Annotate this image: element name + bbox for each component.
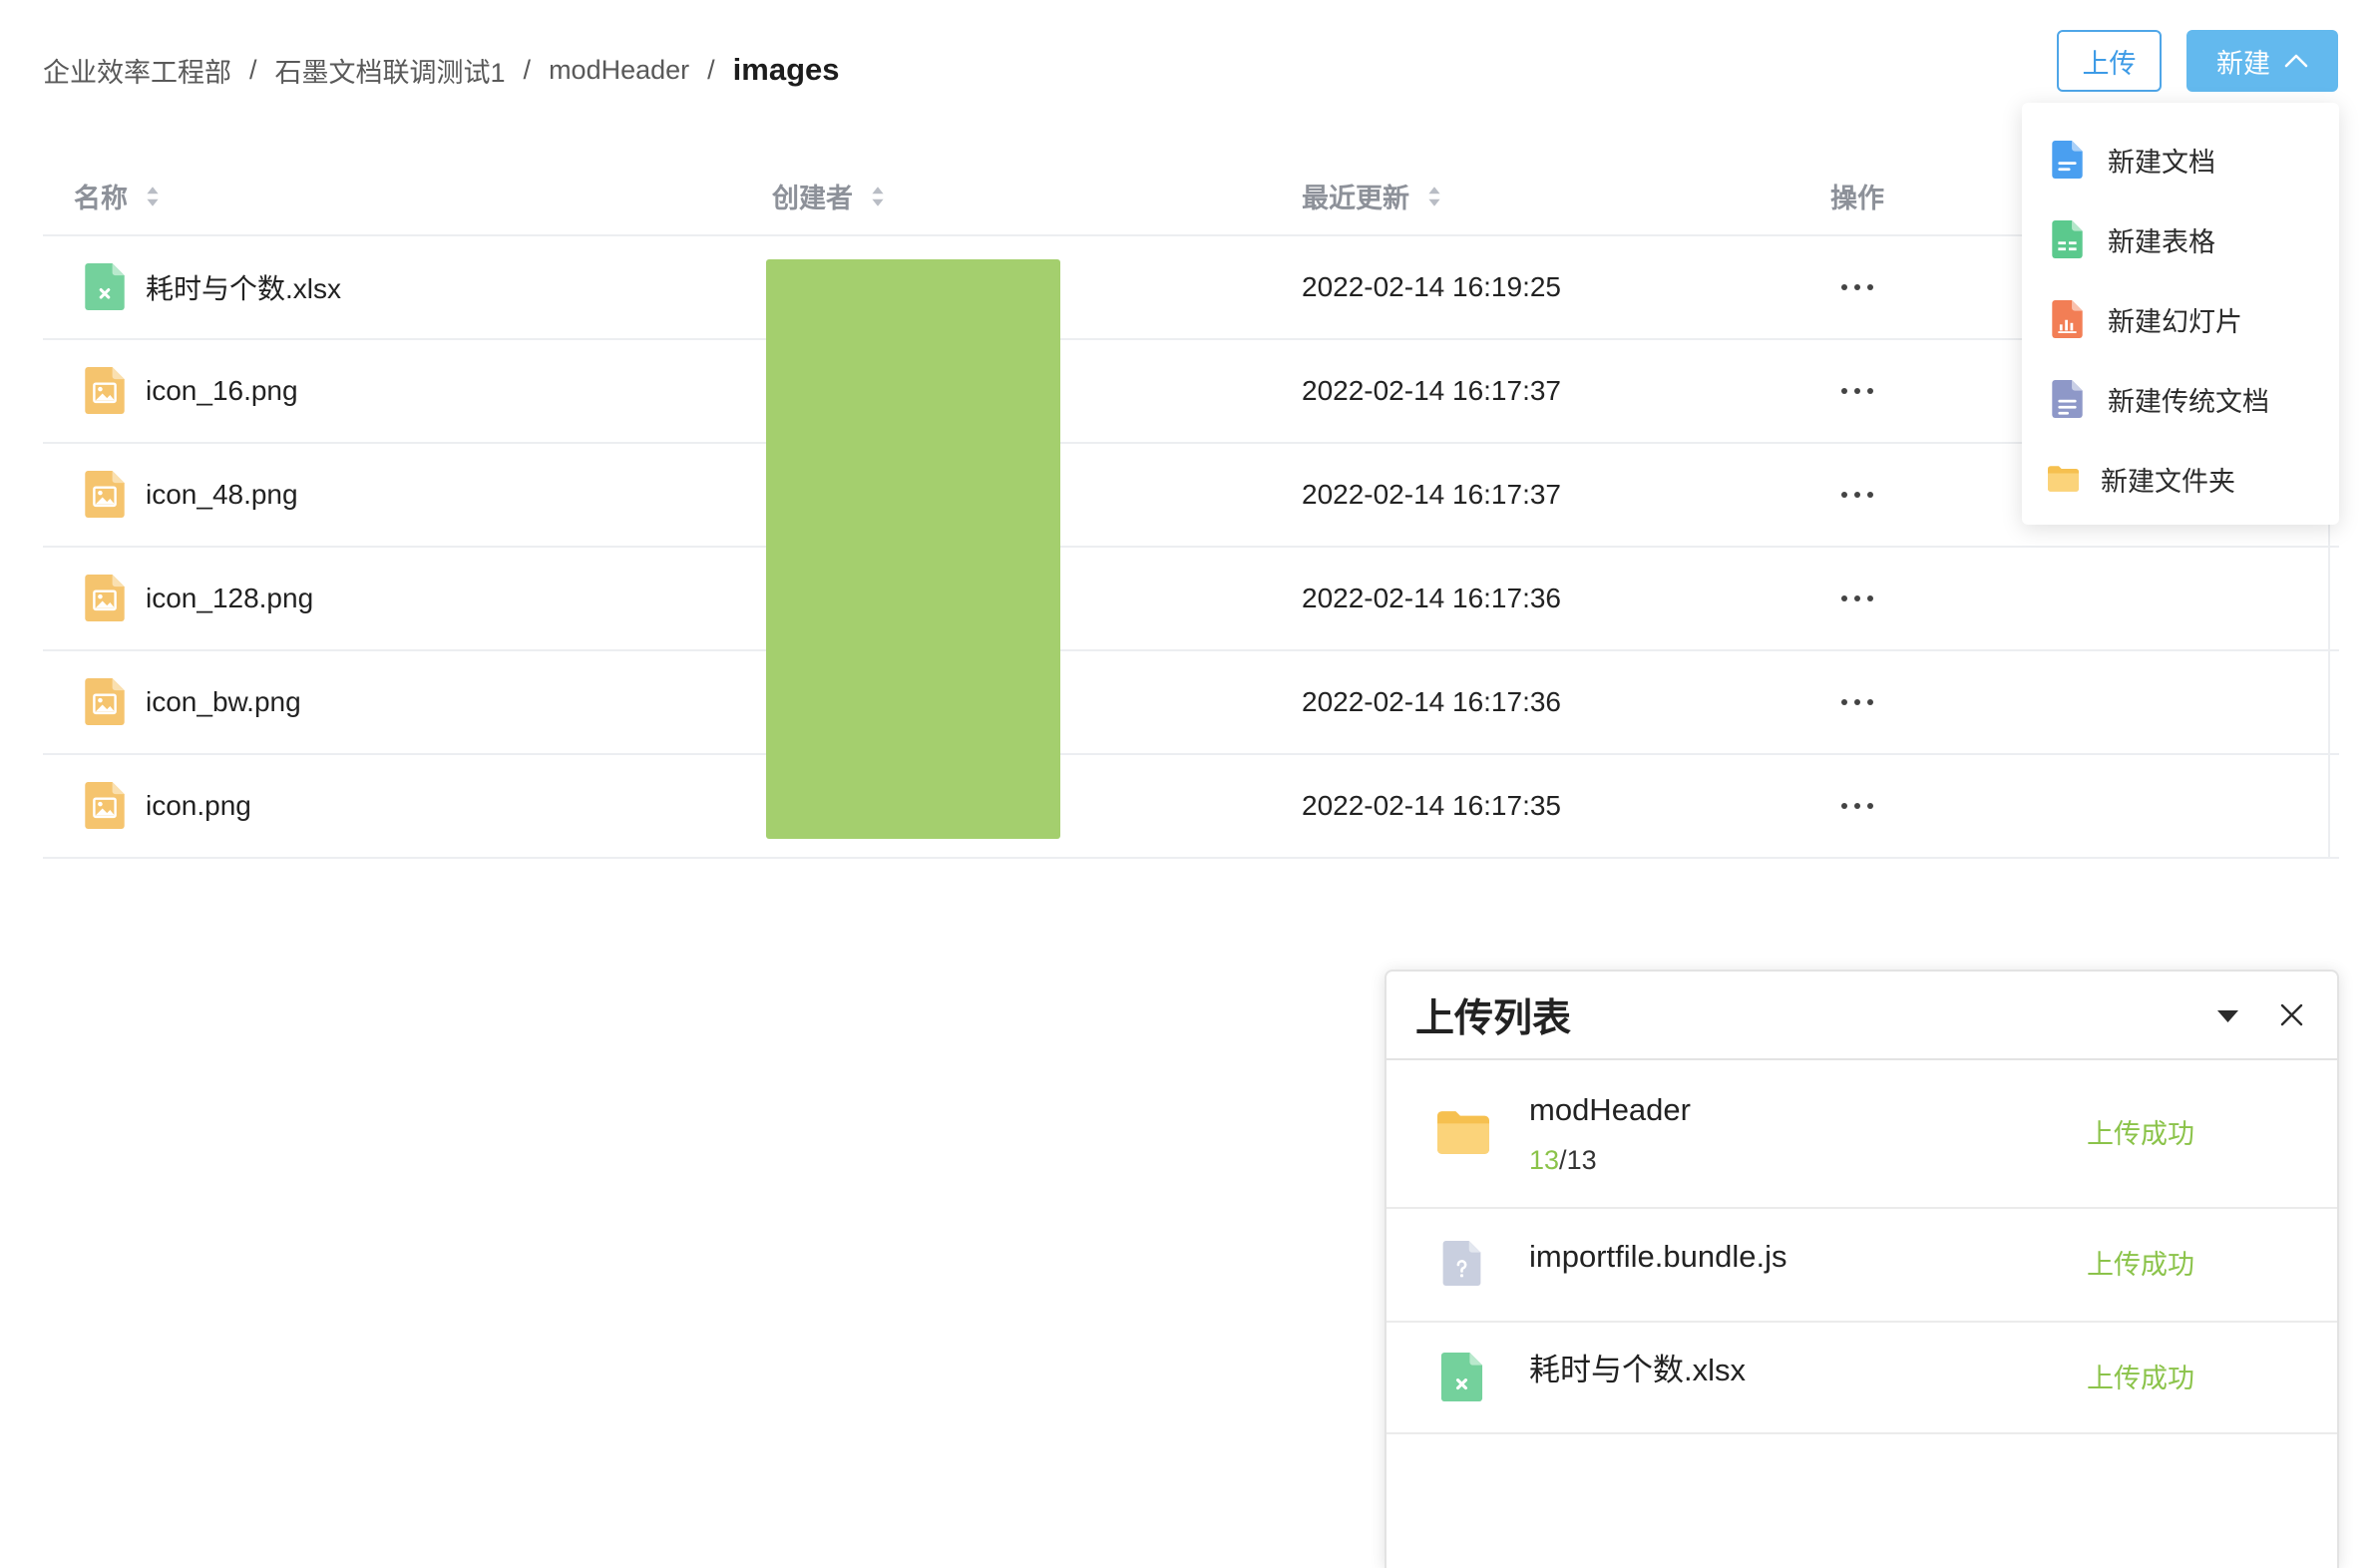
menu-item-label: 新建表格	[2108, 226, 2215, 257]
more-actions-icon[interactable]	[1838, 592, 1876, 604]
menu-item-label: 新建幻灯片	[2108, 306, 2242, 337]
spreadsheet-icon	[2052, 220, 2083, 258]
file-name[interactable]: icon_128.png	[146, 548, 313, 649]
column-header-label: 最近更新	[1302, 184, 1409, 213]
sort-icon[interactable]	[146, 185, 160, 208]
more-actions-icon[interactable]	[1838, 281, 1876, 293]
upload-item: 耗时与个数.xlsx 上传成功	[1387, 1323, 2337, 1434]
upload-item: importfile.bundle.js 上传成功	[1387, 1209, 2337, 1323]
table-header: 名称 创建者 最近更新 操作	[43, 158, 2339, 236]
upload-status: 上传成功	[2087, 1250, 2194, 1280]
menu-item-new-folder[interactable]: 新建文件夹	[2022, 439, 2339, 519]
upload-progress: 13/13	[1529, 1142, 1597, 1178]
collapse-caret-icon[interactable]	[2216, 1009, 2239, 1023]
table-row[interactable]: icon_16.png 2022-02-14 16:17:37	[43, 340, 2339, 444]
column-header-creator[interactable]: 创建者	[772, 158, 885, 234]
breadcrumb-item-folder[interactable]: modHeader	[549, 55, 689, 86]
image-file-icon	[85, 678, 125, 725]
image-file-icon	[85, 782, 125, 829]
column-header-label: 名称	[74, 184, 128, 213]
upload-panel-header: 上传列表	[1387, 972, 2337, 1060]
xlsx-file-icon	[1440, 1353, 1483, 1401]
table-row[interactable]: icon.png 2022-02-14 16:17:35	[43, 755, 2339, 859]
creator-redaction-mask	[766, 259, 1060, 839]
upload-status: 上传成功	[2087, 1364, 2194, 1393]
folder-icon	[1437, 1111, 1489, 1154]
file-name[interactable]: icon.png	[146, 755, 251, 857]
file-name[interactable]: 耗时与个数.xlsx	[146, 236, 341, 338]
updated-time: 2022-02-14 16:17:35	[1302, 790, 1561, 821]
upload-item-name: 耗时与个数.xlsx	[1529, 1353, 1746, 1387]
table-row[interactable]: icon_bw.png 2022-02-14 16:17:36	[43, 651, 2339, 755]
updated-time: 2022-02-14 16:17:36	[1302, 686, 1561, 717]
updated-time: 2022-02-14 16:17:37	[1302, 479, 1561, 510]
menu-item-new-document[interactable]: 新建文档	[2022, 120, 2339, 199]
sort-icon[interactable]	[871, 185, 885, 208]
file-table: 名称 创建者 最近更新 操作 耗时与个数.xlsx 2022-02-14 16:…	[43, 158, 2339, 859]
more-actions-icon[interactable]	[1838, 385, 1876, 397]
upload-item-name: modHeader	[1529, 1092, 1691, 1127]
classic-document-icon	[2052, 380, 2083, 418]
xlsx-file-icon	[85, 263, 125, 310]
table-row[interactable]: icon_128.png 2022-02-14 16:17:36	[43, 548, 2339, 651]
menu-item-label: 新建文档	[2108, 147, 2215, 178]
menu-item-label: 新建传统文档	[2108, 386, 2269, 417]
sort-icon[interactable]	[1427, 185, 1441, 208]
close-icon[interactable]	[2280, 1003, 2303, 1026]
upload-panel-title: 上传列表	[1415, 996, 1572, 1040]
column-header-label: 创建者	[772, 184, 853, 213]
breadcrumb-item-department[interactable]: 企业效率工程部	[43, 51, 231, 90]
updated-time: 2022-02-14 16:19:25	[1302, 271, 1561, 302]
folder-icon	[2048, 466, 2079, 492]
file-name[interactable]: icon_16.png	[146, 340, 298, 442]
updated-time: 2022-02-14 16:17:37	[1302, 375, 1561, 406]
upload-item: modHeader 13/13 上传成功	[1387, 1060, 2337, 1209]
menu-item-new-slides[interactable]: 新建幻灯片	[2022, 279, 2339, 359]
new-menu: 新建文档 新建表格 新建幻灯片 新建传统文档 新建文件夹	[2022, 103, 2339, 525]
image-file-icon	[85, 471, 125, 518]
document-icon	[2052, 141, 2083, 179]
updated-time: 2022-02-14 16:17:36	[1302, 583, 1561, 613]
upload-button[interactable]: 上传	[2057, 30, 2162, 92]
breadcrumb-current: images	[732, 52, 840, 87]
column-header-actions: 操作	[1830, 158, 1884, 234]
menu-item-new-classic-document[interactable]: 新建传统文档	[2022, 359, 2339, 439]
unknown-file-icon	[1442, 1241, 1481, 1286]
breadcrumb-separator: /	[249, 54, 257, 85]
breadcrumb-separator: /	[707, 54, 715, 85]
table-row[interactable]: 耗时与个数.xlsx 2022-02-14 16:19:25	[43, 236, 2339, 340]
file-name[interactable]: icon_48.png	[146, 444, 298, 546]
table-row[interactable]: icon_48.png 2022-02-14 16:17:37	[43, 444, 2339, 548]
upload-progress-separator: /	[1559, 1145, 1567, 1175]
slides-icon	[2052, 300, 2083, 338]
more-actions-icon[interactable]	[1838, 800, 1876, 812]
column-header-name[interactable]: 名称	[74, 158, 160, 234]
menu-item-label: 新建文件夹	[2101, 466, 2235, 497]
new-button[interactable]: 新建	[2186, 30, 2338, 92]
upload-list-panel: 上传列表 modHeader 13/13 上传成功 importfile.bun…	[1385, 970, 2339, 1568]
image-file-icon	[85, 575, 125, 621]
breadcrumb: 企业效率工程部 / 石墨文档联调测试1 / modHeader / images	[43, 46, 840, 94]
chevron-up-icon	[2284, 54, 2308, 68]
more-actions-icon[interactable]	[1838, 696, 1876, 708]
upload-status: 上传成功	[2087, 1119, 2194, 1149]
upload-button-label: 上传	[2082, 48, 2137, 79]
upload-item-name: importfile.bundle.js	[1529, 1239, 1787, 1274]
more-actions-icon[interactable]	[1838, 489, 1876, 501]
image-file-icon	[85, 367, 125, 414]
upload-progress-done: 13	[1529, 1145, 1560, 1175]
breadcrumb-item-team[interactable]: 石墨文档联调测试1	[275, 51, 506, 90]
upload-progress-total: 13	[1566, 1145, 1597, 1175]
column-header-updated[interactable]: 最近更新	[1302, 158, 1441, 234]
breadcrumb-separator: /	[523, 54, 532, 85]
menu-item-new-spreadsheet[interactable]: 新建表格	[2022, 199, 2339, 279]
file-name[interactable]: icon_bw.png	[146, 651, 301, 753]
column-header-label: 操作	[1830, 184, 1884, 213]
new-button-label: 新建	[2216, 48, 2270, 79]
